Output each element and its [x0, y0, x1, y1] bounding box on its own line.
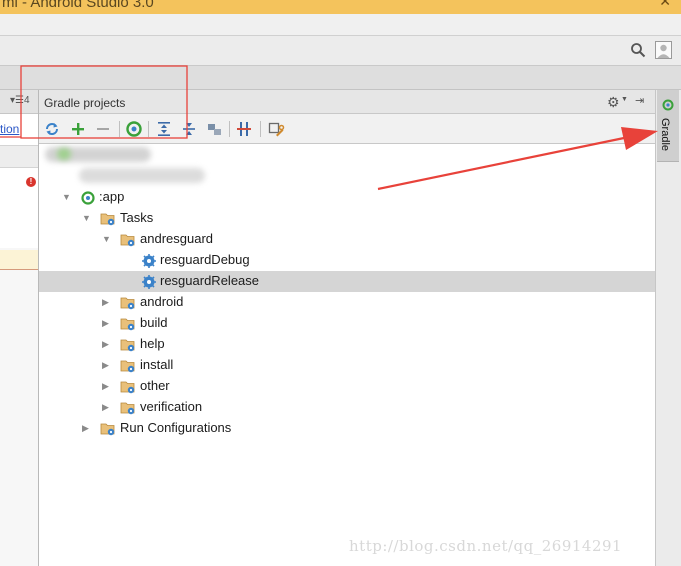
folder-gear-icon [120, 360, 135, 373]
gradle-panel-header: Gradle projects ⚙ ▼ ⇥ [39, 90, 655, 114]
tree-row-help[interactable]: ▶ help [39, 334, 655, 355]
tree-label: Run Configurations [120, 420, 232, 435]
right-tool-strip: Gradle [655, 90, 681, 566]
error-icon: ! [26, 177, 36, 187]
left-panel-highlighted-row[interactable] [0, 250, 38, 270]
tree-label: android [140, 294, 184, 309]
main-toolbar [0, 36, 681, 66]
gradle-elephant-icon [662, 99, 674, 111]
left-panel-divider-row [0, 146, 38, 168]
left-panel-header: ▾☰4 [0, 90, 38, 114]
chevron-right-icon[interactable]: ▶ [102, 339, 109, 350]
gear-icon[interactable]: ⚙ [607, 94, 620, 111]
chevron-right-icon[interactable]: ▶ [102, 297, 109, 308]
tree-row-app[interactable]: ▼ :app [39, 187, 655, 208]
search-icon[interactable] [630, 42, 646, 58]
gradle-elephant-icon[interactable] [125, 120, 143, 138]
toolbar-separator [229, 121, 230, 137]
tree-label: resguardDebug [160, 252, 250, 267]
chevron-right-icon[interactable]: ▶ [102, 318, 109, 329]
left-panel-content: ! [0, 168, 38, 248]
tree-row-run-configurations[interactable]: ▶ Run Configurations [39, 418, 655, 439]
tree-row-tasks[interactable]: ▼ Tasks [39, 208, 655, 229]
hide-panel-icon[interactable]: ⇥ [635, 94, 644, 107]
chevron-right-icon[interactable]: ▶ [82, 423, 89, 434]
tree-label: resguardRelease [160, 273, 260, 288]
tree-label: other [140, 378, 170, 393]
chevron-down-icon[interactable]: ▼ [621, 96, 628, 103]
menu-bar [0, 14, 681, 36]
left-panel-link-row: tion [0, 114, 38, 146]
task-gear-icon [142, 275, 156, 289]
show-layout-icon[interactable] [205, 120, 223, 138]
tree-row-resguard-release[interactable]: resguardRelease [39, 271, 655, 292]
tree-row-install[interactable]: ▶ install [39, 355, 655, 376]
tree-row-resguard-debug[interactable]: resguardDebug [39, 250, 655, 271]
close-window-button[interactable]: ✕ [659, 0, 671, 10]
tree-row-build[interactable]: ▶ build [39, 313, 655, 334]
blurred-project-icon [57, 148, 71, 160]
gradle-side-tab-label: Gradle [659, 118, 671, 152]
chevron-right-icon[interactable]: ▶ [102, 381, 109, 392]
folder-gear-icon [120, 297, 135, 310]
collapse-all-icon[interactable] [180, 120, 198, 138]
tree-label: install [140, 357, 174, 372]
blurred-project-root [79, 168, 205, 183]
chevron-right-icon[interactable]: ▶ [102, 402, 109, 413]
tree-label: help [140, 336, 165, 351]
gradle-tree: ▼ :app ▼ Tasks ▼ andresguard resguardDeb… [39, 144, 655, 566]
tree-row-andresguard[interactable]: ▼ andresguard [39, 229, 655, 250]
tree-row-android[interactable]: ▶ android [39, 292, 655, 313]
link-icon[interactable] [235, 120, 253, 138]
chevron-down-icon[interactable]: ▼ [102, 234, 111, 244]
module-icon [81, 191, 95, 205]
user-avatar-icon[interactable] [655, 41, 672, 59]
tree-label: andresguard [140, 231, 213, 246]
tree-row-other[interactable]: ▶ other [39, 376, 655, 397]
left-tool-panel: ▾☰4 tion ! [0, 90, 39, 566]
tree-label: :app [99, 189, 125, 204]
navigation-bar [0, 66, 681, 90]
minus-icon[interactable] [94, 120, 112, 138]
folder-gear-icon [120, 381, 135, 394]
gradle-projects-panel: Gradle projects ⚙ ▼ ⇥ ▼:app ▼ Tasks ▼ a… [39, 90, 655, 566]
chevron-right-icon[interactable]: ▶ [102, 360, 109, 371]
tree-label: verification [140, 399, 203, 414]
window-title-bar: ml - Android Studio 3.0 ✕ [0, 0, 681, 14]
task-gear-icon [142, 254, 156, 268]
chevron-down-icon[interactable]: ▼ [82, 213, 91, 223]
folder-gear-icon [100, 423, 115, 436]
folder-gear-icon [120, 402, 135, 415]
toolbar-separator [260, 121, 261, 137]
tree-row-verification[interactable]: ▶ verification [39, 397, 655, 418]
gradle-panel-title: Gradle projects [44, 96, 126, 110]
window-title: ml - Android Studio 3.0 [2, 0, 154, 11]
refresh-icon[interactable] [43, 120, 61, 138]
gradle-side-tab[interactable]: Gradle [657, 90, 679, 162]
toolbar-separator [148, 121, 149, 137]
settings-wrench-icon[interactable] [267, 120, 285, 138]
chevron-down-icon[interactable]: ▼ [62, 192, 71, 202]
left-panel-options[interactable]: ▾☰4 [10, 95, 30, 106]
toolbar-separator [119, 121, 120, 137]
expand-all-icon[interactable] [155, 120, 173, 138]
folder-gear-icon [120, 234, 135, 247]
folder-gear-icon [120, 318, 135, 331]
gradle-toolbar [39, 114, 655, 144]
tree-label: build [140, 315, 168, 330]
tree-label: Tasks [120, 210, 154, 225]
watermark: http://blog.csdn.net/qq_26914291 [349, 537, 623, 555]
folder-gear-icon [100, 213, 115, 226]
left-panel-link[interactable]: tion [0, 122, 19, 136]
plus-icon[interactable] [69, 120, 87, 138]
folder-gear-icon [120, 339, 135, 352]
